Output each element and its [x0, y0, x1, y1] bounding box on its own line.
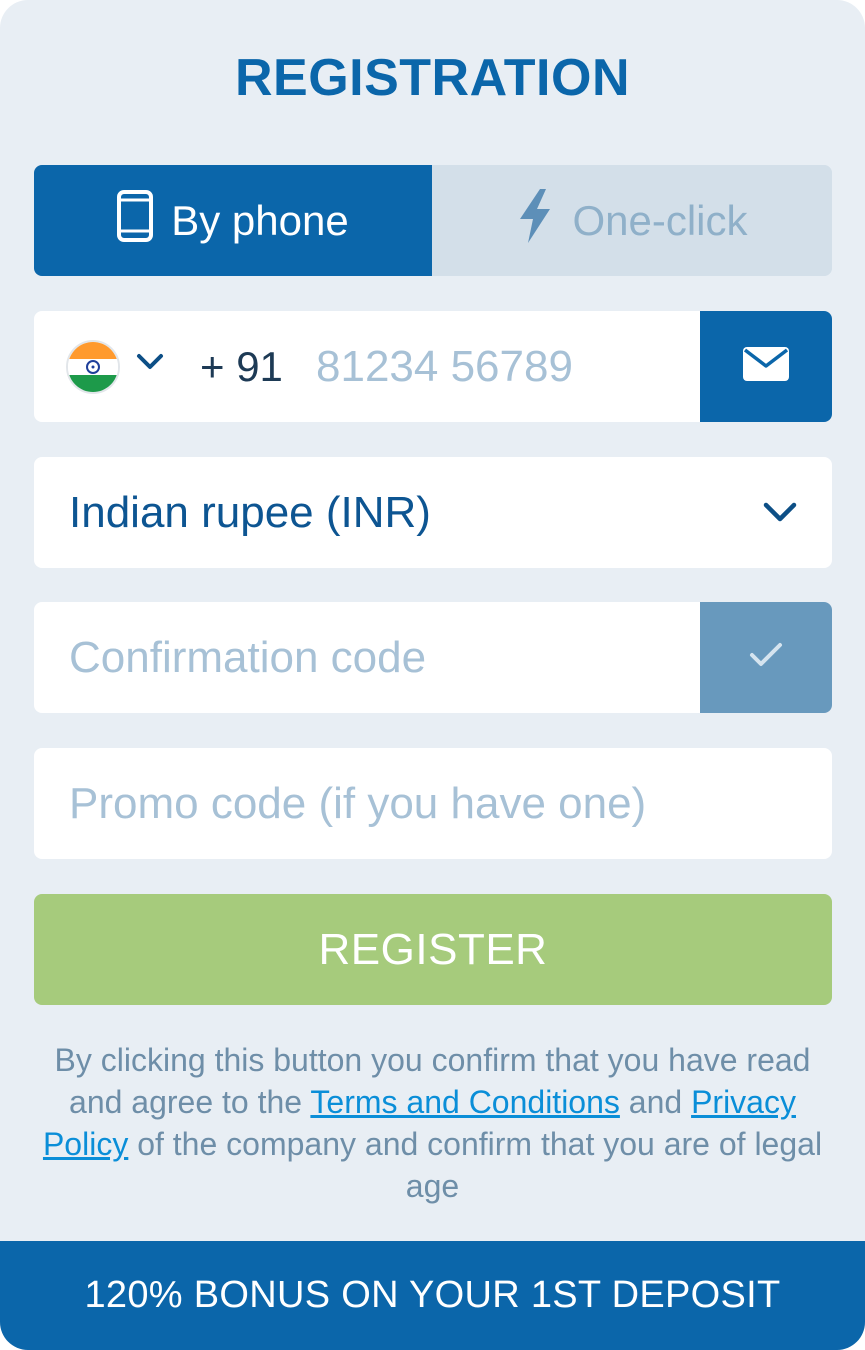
phone-field: + 91 [34, 311, 832, 422]
confirmation-code-field [34, 602, 832, 713]
envelope-icon [742, 346, 790, 387]
dial-code: + 91 [200, 343, 283, 390]
chevron-down-icon[interactable] [136, 353, 164, 376]
checkmark-icon [749, 642, 783, 673]
terms-link[interactable]: Terms and Conditions [310, 1084, 619, 1120]
phone-icon [117, 189, 154, 252]
phone-input[interactable] [316, 335, 696, 399]
switch-to-email-button[interactable] [700, 311, 832, 422]
page-title: REGISTRATION [234, 49, 631, 107]
tab-one-click-label: One-click [572, 196, 748, 244]
confirmation-code-input[interactable] [69, 626, 689, 690]
currency-value: Indian rupee (INR) [69, 488, 431, 537]
india-flag-icon[interactable] [66, 340, 120, 394]
legal-text-end: of the company and confirm that you are … [128, 1126, 823, 1204]
promo-code-input[interactable] [69, 772, 809, 836]
registration-tabs: By phone One-click [34, 165, 832, 276]
registration-card: REGISTRATION By phone One-click + 91 812… [0, 0, 865, 1350]
register-button[interactable]: REGISTER [34, 894, 832, 1005]
tab-one-click[interactable]: One-click [432, 165, 832, 276]
currency-select[interactable]: Indian rupee (INR) [34, 457, 832, 568]
tab-by-phone-label: By phone [171, 196, 349, 244]
chevron-down-icon [762, 501, 798, 528]
bonus-banner: 120% BONUS ON YOUR 1ST DEPOSIT [0, 1241, 865, 1350]
legal-text-and: and [619, 1084, 692, 1120]
lightning-icon [516, 188, 554, 253]
confirm-code-button[interactable] [700, 602, 832, 713]
promo-code-field [34, 748, 832, 859]
legal-notice: By clicking this button you confirm that… [30, 1039, 835, 1207]
tab-by-phone[interactable]: By phone [34, 165, 432, 276]
